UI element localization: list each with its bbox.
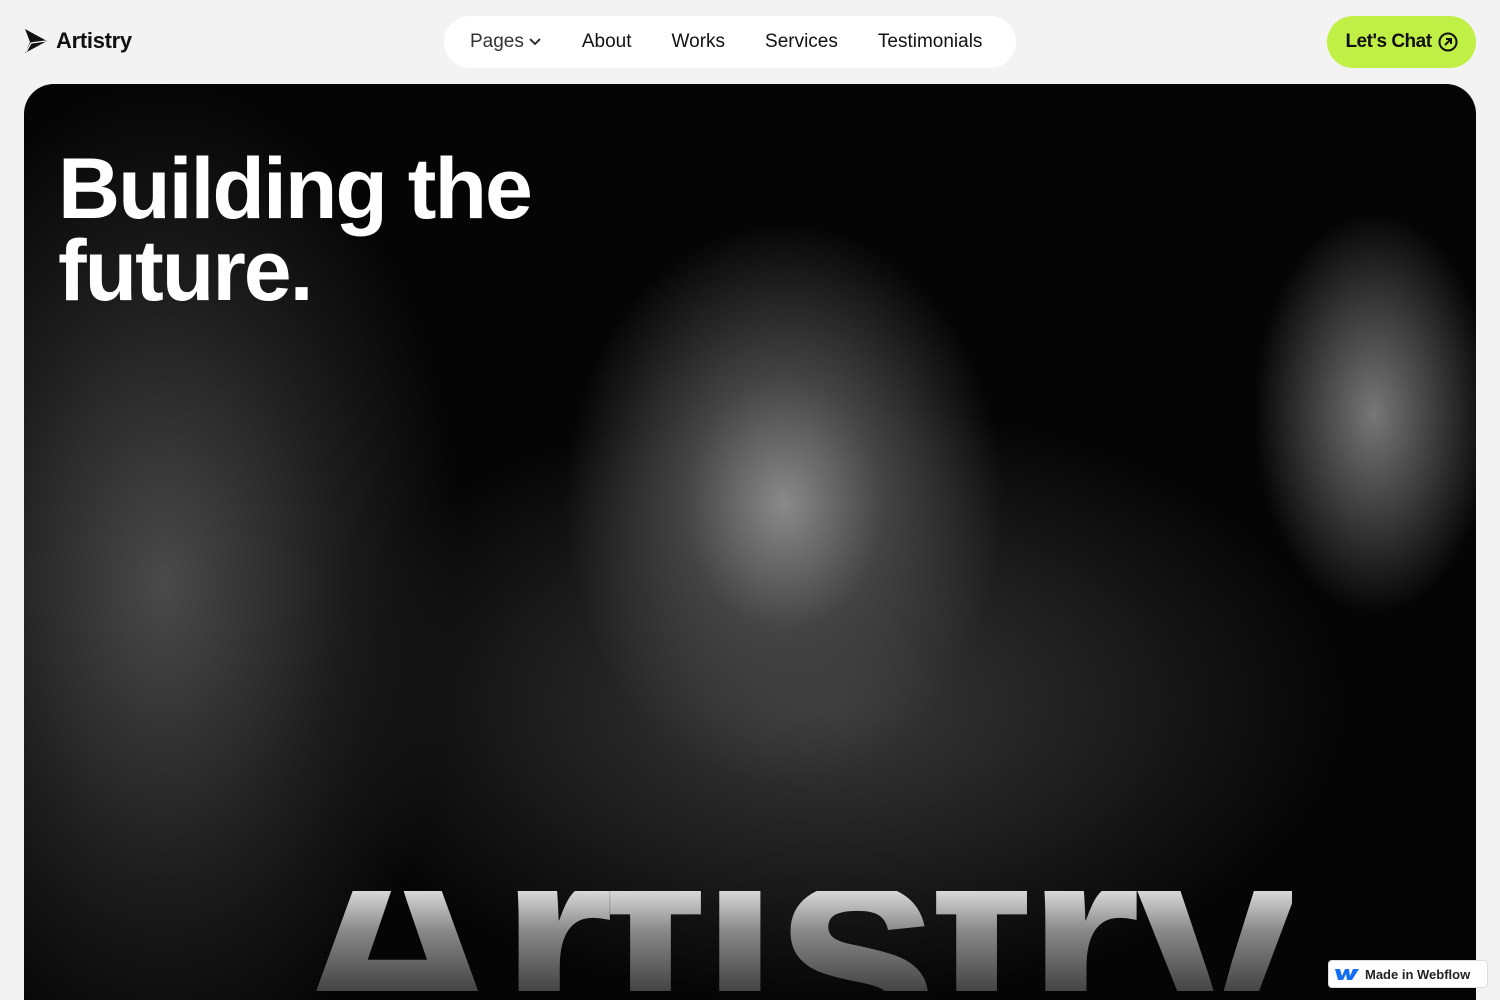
paper-plane-icon <box>25 29 47 53</box>
made-in-webflow-badge[interactable]: Made in Webflow <box>1328 960 1488 988</box>
arrow-up-right-circle-icon <box>1438 32 1458 52</box>
nav-works[interactable]: Works <box>672 31 725 53</box>
main-nav: Pages About Works Services Testimonials <box>444 16 1016 68</box>
chevron-down-icon <box>529 38 541 46</box>
brand-name: Artistry <box>56 28 132 53</box>
webflow-logo-icon <box>1335 969 1359 980</box>
nav-pages-dropdown[interactable]: Pages <box>470 31 542 53</box>
nav-testimonials[interactable]: Testimonials <box>878 31 983 53</box>
badge-label: Made in Webflow <box>1365 966 1471 982</box>
nav-about[interactable]: About <box>582 31 632 53</box>
hero-headline: Building the future. <box>58 146 533 314</box>
hero-big-word: Artistry <box>289 773 1300 1000</box>
cta-label: Let's Chat <box>1345 31 1432 52</box>
brand-logo[interactable]: Artistry <box>24 28 132 54</box>
headline-line-2: future. <box>58 223 314 319</box>
nav-label: Pages <box>470 31 524 52</box>
lets-chat-button[interactable]: Let's Chat <box>1327 16 1476 68</box>
hero-section: Building the future. Artistry <box>24 84 1476 1000</box>
nav-services[interactable]: Services <box>765 31 838 53</box>
